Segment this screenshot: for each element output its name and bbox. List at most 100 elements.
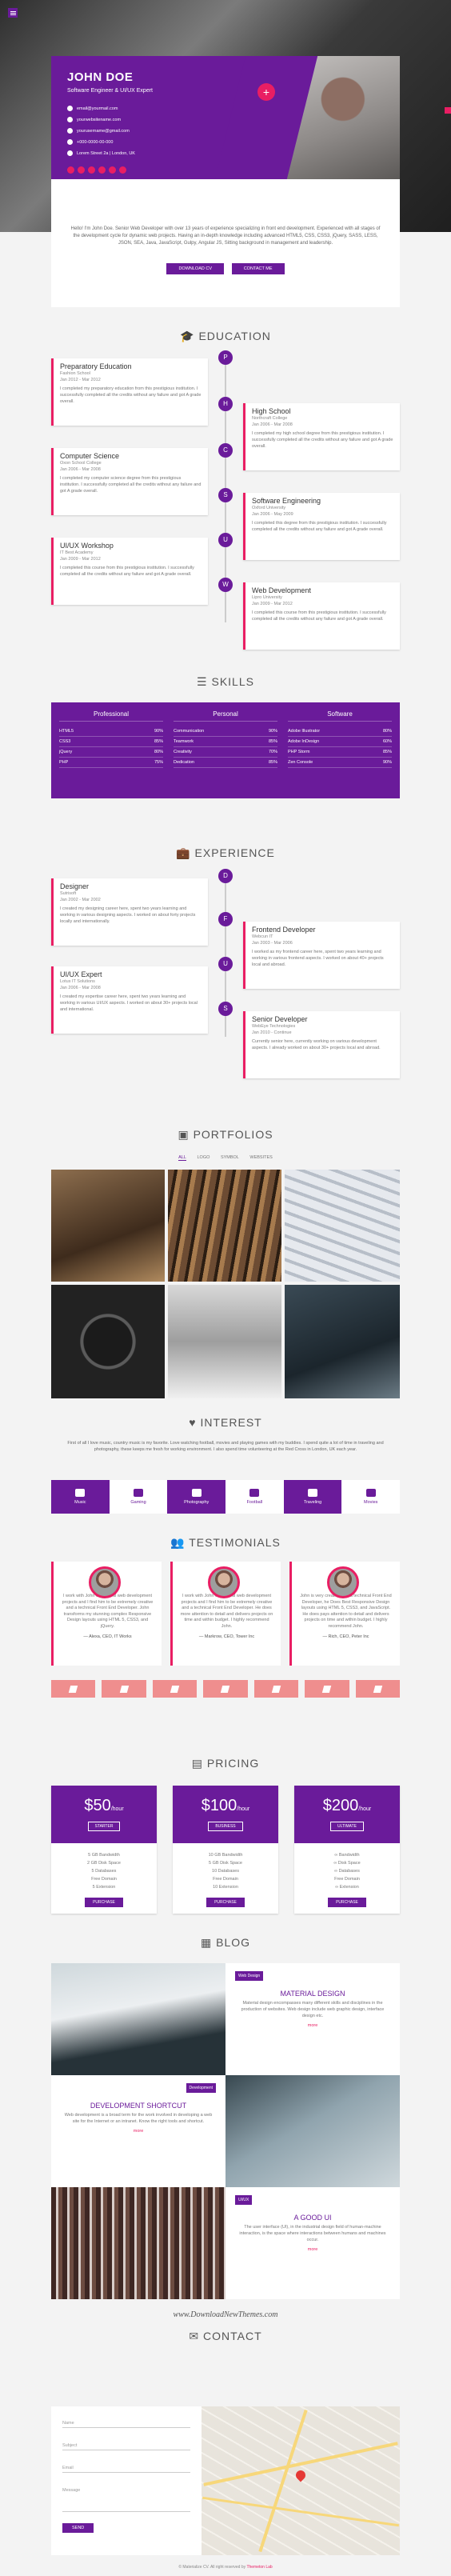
download-cv-button[interactable]: DOWNLOAD CV bbox=[166, 263, 225, 274]
behance-icon[interactable] bbox=[119, 166, 126, 174]
timeline-dot: D bbox=[218, 869, 233, 883]
map-pin-icon[interactable] bbox=[293, 2468, 308, 2482]
contact-email: email@yourmail.com bbox=[67, 106, 118, 111]
skill-row: CSS3 85% bbox=[59, 737, 163, 747]
message-field[interactable]: Message bbox=[62, 2488, 190, 2512]
watermark: www.DownloadNewThemes.com bbox=[173, 2310, 278, 2319]
skill-row: Communication 90% bbox=[174, 726, 277, 737]
blog-post: Web Design MATERIAL DESIGN Material design… bbox=[226, 1963, 400, 2075]
dribbble-icon[interactable] bbox=[109, 166, 116, 174]
client-logo[interactable] bbox=[152, 1680, 198, 1698]
skill-row: HTML5 90% bbox=[59, 726, 163, 737]
client-logo[interactable] bbox=[102, 1680, 146, 1698]
filter-logo[interactable]: LOGO bbox=[198, 1155, 210, 1160]
timeline-dot: F bbox=[218, 912, 233, 926]
purchase-button[interactable]: PURCHASE bbox=[328, 1898, 366, 1907]
read-more-link[interactable]: more bbox=[237, 2022, 389, 2029]
add-button[interactable]: + bbox=[257, 83, 275, 101]
skill-row: Teamwork 85% bbox=[174, 737, 277, 747]
portfolio-filters: ALL LOGO SYMBOL WEBSITES bbox=[0, 1155, 451, 1161]
read-more-link[interactable]: more bbox=[237, 2246, 389, 2253]
experience-card: Frontend Developer Webcun IT Jan 2003 - Ma… bbox=[243, 922, 400, 989]
profile-role: Software Engineer & UI/UX Expert bbox=[67, 88, 153, 94]
filter-all[interactable]: ALL bbox=[178, 1155, 186, 1161]
experience-card: Senior Developer WebEye Technologies Jan 2… bbox=[243, 1011, 400, 1078]
testimonial-card: John is very creative and a technical Fr… bbox=[289, 1562, 400, 1666]
education-card: UI/UX Workshop IT Best Academy Jan 2009 - … bbox=[51, 538, 208, 605]
blog-title: ▦ BLOG bbox=[200, 1936, 251, 1949]
skill-row: Adobe InDesign 60% bbox=[288, 737, 392, 747]
timeline-dot: U bbox=[218, 533, 233, 547]
filter-symbol[interactable]: SYMBOL bbox=[221, 1155, 239, 1160]
education-card: Web Development Lipro University Jan 2009 … bbox=[243, 582, 400, 650]
contact-website: yourwebsitename.com bbox=[67, 117, 121, 122]
client-logo[interactable] bbox=[51, 1680, 96, 1698]
footer-brand-link[interactable]: Themeton Lab bbox=[246, 2565, 272, 2570]
client-logo[interactable] bbox=[355, 1680, 400, 1698]
side-tab[interactable] bbox=[445, 107, 451, 114]
portfolio-item[interactable] bbox=[51, 1285, 165, 1398]
portfolio-item[interactable] bbox=[168, 1285, 281, 1398]
interest-gaming: Gaming bbox=[109, 1480, 168, 1514]
facebook-icon[interactable] bbox=[67, 166, 74, 174]
read-more-link[interactable]: more bbox=[62, 2128, 214, 2134]
phone-icon bbox=[67, 139, 73, 145]
send-button[interactable]: SEND bbox=[62, 2523, 94, 2533]
skype-icon bbox=[67, 128, 73, 134]
subject-field[interactable]: Subject bbox=[62, 2443, 190, 2450]
linkedin-icon[interactable] bbox=[98, 166, 106, 174]
blog-image[interactable] bbox=[51, 2187, 226, 2299]
pricing-card: $100/hour BUSINESS 10 GB Bandwidth 5 GB Di… bbox=[173, 1786, 278, 1914]
contact-address: Lorem Street 2a | London, UK bbox=[67, 150, 135, 156]
interest-football: Football bbox=[226, 1480, 284, 1514]
timeline-dot: W bbox=[218, 578, 233, 592]
skills-panel: Professional HTML5 90% CSS3 85% jQuery 80% … bbox=[51, 702, 400, 798]
menu-icon[interactable] bbox=[8, 8, 18, 18]
interest-list: Music Gaming Photography Football Travel… bbox=[51, 1480, 401, 1514]
interest-traveling: Traveling bbox=[283, 1480, 342, 1514]
blog-post: UI/UX A GOOD UI The user interface (UI), i… bbox=[226, 2187, 400, 2299]
skill-row: PHP Storm 85% bbox=[288, 747, 392, 758]
map-road bbox=[202, 2496, 400, 2527]
skill-row: jQuery 80% bbox=[59, 747, 163, 758]
skill-row: PHP 75% bbox=[59, 758, 163, 768]
timeline-dot: U bbox=[218, 957, 233, 971]
filter-websites[interactable]: WEBSITES bbox=[249, 1155, 272, 1160]
contact-phone: +000-0000-00-000 bbox=[67, 139, 113, 145]
portfolio-item[interactable] bbox=[51, 1170, 165, 1282]
client-logo[interactable] bbox=[203, 1680, 248, 1698]
pricing-card: $200/hour ULTIMATE ∞ Bandwidth ∞ Disk Spac… bbox=[294, 1786, 400, 1914]
film-icon bbox=[365, 1489, 376, 1497]
education-card: Software Engineering Oxford University Jan… bbox=[243, 493, 400, 560]
education-card: Preparatory Education Fashion School Jan 2… bbox=[51, 358, 208, 426]
testimonial-card: I work with John on several web developm… bbox=[170, 1562, 281, 1666]
email-field[interactable]: Email bbox=[62, 2466, 190, 2473]
client-logos bbox=[51, 1680, 400, 1698]
twitter-icon[interactable] bbox=[78, 166, 85, 174]
about-text: Hello! I'm John Doe. Senior Web Develope… bbox=[70, 226, 381, 246]
client-logo[interactable] bbox=[253, 1680, 299, 1698]
portfolio-item[interactable] bbox=[285, 1170, 400, 1282]
client-logo[interactable] bbox=[305, 1680, 349, 1698]
timeline-dot: C bbox=[218, 443, 233, 458]
portfolio-item[interactable] bbox=[285, 1285, 400, 1398]
gamepad-icon bbox=[134, 1489, 143, 1497]
contact-me-button[interactable]: CONTACT ME bbox=[231, 263, 285, 274]
location-map[interactable] bbox=[202, 2406, 400, 2555]
contact-title: ✉ CONTACT bbox=[189, 2330, 262, 2342]
blog-image[interactable] bbox=[51, 1963, 226, 2075]
skill-row: Adobe Illustrator 80% bbox=[288, 726, 392, 737]
google-plus-icon[interactable] bbox=[88, 166, 95, 174]
contact-skype: yourusername@gmail.com bbox=[67, 128, 130, 134]
name-field[interactable]: Name bbox=[62, 2421, 190, 2428]
portfolio-item[interactable] bbox=[168, 1170, 281, 1282]
purchase-button[interactable]: PURCHASE bbox=[85, 1898, 123, 1907]
purchase-button[interactable]: PURCHASE bbox=[206, 1898, 245, 1907]
music-icon bbox=[75, 1489, 86, 1497]
social-links bbox=[67, 166, 126, 174]
experience-title: 💼 EXPERIENCE bbox=[176, 846, 275, 859]
education-title: 🎓 EDUCATION bbox=[180, 330, 271, 342]
avatar bbox=[89, 1566, 121, 1598]
experience-card: UI/UX Expert Lotus IT Solutions Jan 2006 -… bbox=[51, 966, 208, 1034]
blog-image[interactable] bbox=[226, 2075, 400, 2187]
